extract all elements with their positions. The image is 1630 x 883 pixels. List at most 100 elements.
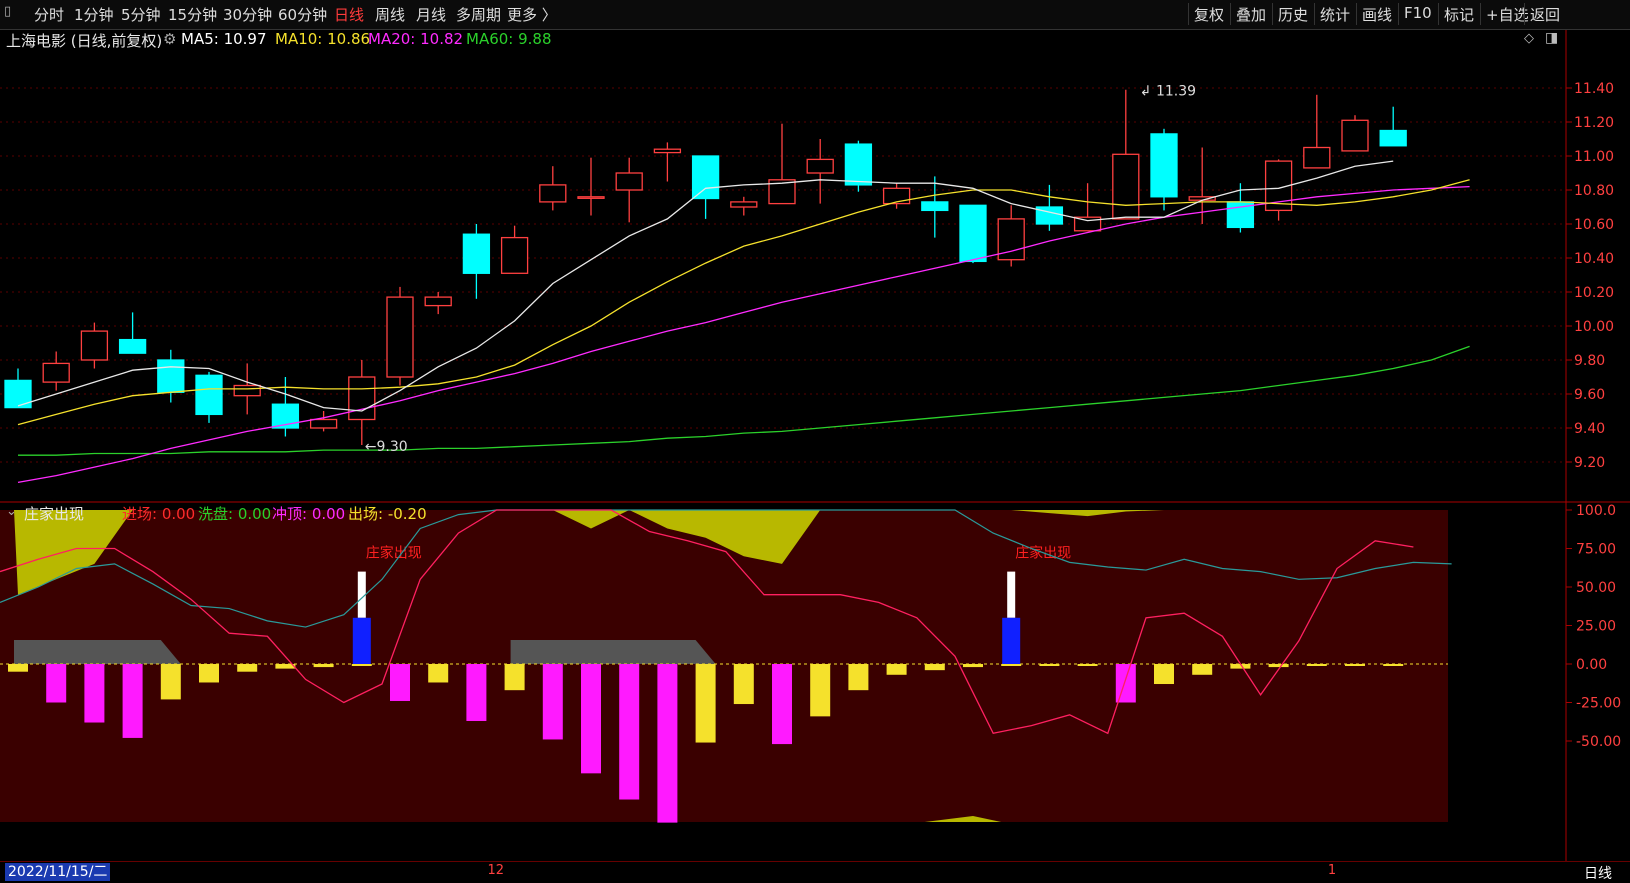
toolbar-separator xyxy=(1480,3,1481,25)
period-tab-5[interactable]: 60分钟 xyxy=(278,4,327,25)
period-tab-8[interactable]: 月线 xyxy=(416,4,446,25)
period-tab-10[interactable]: 更多 〉 xyxy=(507,4,557,25)
candle-body xyxy=(195,374,223,416)
period-tab-6[interactable]: 日线 xyxy=(334,4,364,25)
indicator-tick-label: 75.00 xyxy=(1576,542,1616,558)
indicator-bar xyxy=(581,664,601,774)
price-tick-label: 9.20 xyxy=(1574,455,1605,471)
date-tick: 1 xyxy=(1327,863,1337,878)
indicator-bar xyxy=(84,664,105,723)
indicator-bar xyxy=(542,664,563,740)
price-tick-label: 10.20 xyxy=(1574,285,1614,301)
candle-body xyxy=(42,362,70,383)
ma20-line xyxy=(17,185,1470,484)
toolbar-button-6[interactable]: 标记 xyxy=(1444,4,1474,25)
period-tab-4[interactable]: 30分钟 xyxy=(223,4,272,25)
candle-body xyxy=(806,158,834,174)
toolbar-separator xyxy=(1272,3,1273,25)
toolbar-button-3[interactable]: 统计 xyxy=(1320,4,1350,25)
indicator-bar xyxy=(810,664,831,717)
indicator-bar xyxy=(772,664,792,745)
chart-canvas: 11.40 11.20 11.00 10.80 10.60 10.40 10.20 10.00… xyxy=(0,30,1630,861)
candle-body xyxy=(1303,146,1331,169)
indicator-bar xyxy=(46,664,67,703)
toolbar-button-8[interactable]: 返回 xyxy=(1530,4,1560,25)
period-tab-9[interactable]: 多周期 xyxy=(456,4,501,25)
indicator-bar xyxy=(1039,664,1060,666)
period-tab-1[interactable]: 1分钟 xyxy=(74,4,114,25)
ma-label-1: MA10: 10.86 xyxy=(275,30,371,48)
candle-body xyxy=(615,172,643,191)
toolbar-separator xyxy=(1438,3,1439,25)
indicator-bar xyxy=(1115,664,1136,703)
candle-body xyxy=(233,384,261,397)
candle-body xyxy=(959,204,987,263)
price-tick-label: 11.00 xyxy=(1574,149,1614,165)
signal-label: 庄家出现 xyxy=(366,545,422,562)
indicator-title: 庄家出现 xyxy=(24,505,85,523)
price-tick-label: 10.80 xyxy=(1574,183,1614,199)
candle-body xyxy=(539,184,567,203)
indicator-tick-label: -25.00 xyxy=(1576,696,1621,712)
candle-body xyxy=(500,236,529,274)
candle-body xyxy=(80,330,109,361)
gray-block xyxy=(510,640,716,664)
collapse-icon[interactable]: ⌄ xyxy=(6,504,17,519)
indicator-bar xyxy=(657,664,678,823)
toolbar-separator xyxy=(1356,3,1357,25)
indicator-bar xyxy=(1077,664,1098,666)
candle-body xyxy=(462,233,491,274)
ma60-line xyxy=(18,345,1470,456)
candle-body xyxy=(309,418,338,429)
indicator-bar xyxy=(1345,664,1365,666)
price-tick-label: 9.40 xyxy=(1574,421,1605,437)
indicator-tick-label: 100.0 xyxy=(1576,503,1616,519)
period-tag: 日线 xyxy=(1584,866,1612,882)
settings-gear-icon[interactable]: ⚙ xyxy=(163,30,176,48)
indicator-bar xyxy=(428,664,449,683)
toolbar-separator xyxy=(1398,3,1399,25)
toolbar-separator xyxy=(1314,3,1315,25)
indicator-value-1: 洗盘: 0.00 xyxy=(198,505,272,523)
indicator-bar xyxy=(733,664,754,705)
toolbar-button-7[interactable]: +自选 xyxy=(1486,4,1529,25)
indicator-bar xyxy=(924,664,945,671)
high-price-label: ↲ 11.39 xyxy=(1140,84,1196,100)
toolbar-button-5[interactable]: F10 xyxy=(1404,4,1432,22)
period-tab-3[interactable]: 15分钟 xyxy=(168,4,217,25)
period-toolbar: ▯ 分时 1分钟 5分钟 15分钟 30分钟 60分钟 日线 周线 月线 多周期 更多 〉 复权 叠加… xyxy=(0,0,1630,30)
indicator-bar xyxy=(1306,664,1327,666)
price-tick-label: 10.00 xyxy=(1574,319,1614,335)
indicator-bar xyxy=(8,664,28,672)
panel-toggle-icon[interactable]: ◨ xyxy=(1545,30,1558,46)
toolbar-button-0[interactable]: 复权 xyxy=(1194,4,1224,25)
indicator-bar xyxy=(199,664,219,683)
candle-body xyxy=(348,376,376,421)
candle-body xyxy=(157,359,185,393)
indicator-bar xyxy=(1383,664,1404,666)
indicator-bar xyxy=(122,664,143,738)
indicator-tick-label: 0.00 xyxy=(1576,657,1607,673)
toolbar-button-1[interactable]: 叠加 xyxy=(1236,4,1266,25)
indicator-bar xyxy=(237,664,258,672)
price-tick-label: 10.40 xyxy=(1574,251,1614,267)
price-tick-label: 11.40 xyxy=(1574,81,1614,97)
period-tab-7[interactable]: 周线 xyxy=(375,4,405,25)
candle-body xyxy=(1150,133,1178,198)
toolbar-button-4[interactable]: 画线 xyxy=(1362,4,1392,25)
indicator-bar xyxy=(313,664,334,668)
period-tab-0[interactable]: 分时 xyxy=(34,4,64,25)
diamond-icon[interactable]: ◇ xyxy=(1524,31,1534,46)
indicator-bar xyxy=(1001,664,1022,666)
price-tick-label: 11.20 xyxy=(1574,115,1614,131)
candle-body xyxy=(921,201,949,212)
stock-title: 上海电影 (日线,前复权) xyxy=(6,32,163,50)
candle-body xyxy=(844,143,873,186)
date-tick: 12 xyxy=(487,863,505,878)
window-menu-icon[interactable]: ▯ xyxy=(4,4,11,19)
price-tick-label: 9.80 xyxy=(1574,353,1605,369)
toolbar-button-2[interactable]: 历史 xyxy=(1278,4,1308,25)
period-tab-2[interactable]: 5分钟 xyxy=(121,4,161,25)
toolbar-separator xyxy=(1524,3,1525,25)
candle-body xyxy=(691,155,720,200)
